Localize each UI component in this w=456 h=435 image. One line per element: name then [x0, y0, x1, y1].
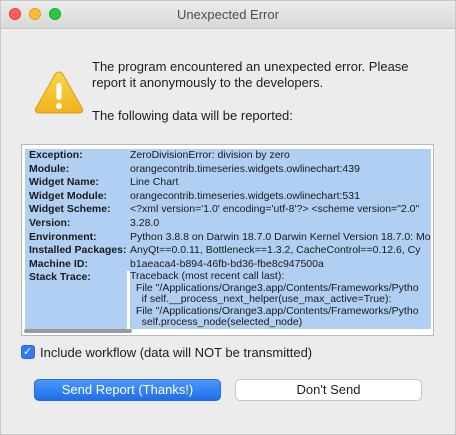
report-key: Widget Module: [25, 189, 127, 204]
report-row-stack-trace: Stack Trace: Traceback (most recent call… [25, 271, 431, 329]
checkmark-icon: ✓ [23, 346, 33, 358]
report-key: Widget Name: [25, 176, 127, 190]
include-workflow-label[interactable]: Include workflow (data will NOT be trans… [40, 345, 312, 360]
error-dialog-window: Unexpected Error The program encountered… [0, 0, 456, 435]
title-bar: Unexpected Error [1, 1, 455, 29]
report-value: orangecontrib.timeseries.widgets.owlinec… [127, 162, 431, 177]
report-row: Module: orangecontrib.timeseries.widgets… [25, 162, 431, 177]
send-report-button[interactable]: Send Report (Thanks!) [34, 379, 221, 401]
dont-send-button[interactable]: Don't Send [235, 379, 422, 401]
report-row: Widget Module: orangecontrib.timeseries.… [25, 189, 431, 204]
report-value: ZeroDivisionError: division by zero [127, 149, 431, 163]
warning-triangle-icon [34, 71, 84, 114]
report-row: Installed Packages: AnyQt==0.0.11, Bottl… [25, 244, 431, 258]
report-key: Stack Trace: [25, 271, 127, 329]
report-key: Installed Packages: [25, 244, 127, 258]
stack-trace-value: Traceback (most recent call last): File … [127, 271, 431, 329]
report-value: 3.28.0 [127, 216, 431, 231]
report-row: Machine ID: b1aeaca4-b894-46fb-bd36-fbe8… [25, 257, 431, 272]
report-key: Machine ID: [25, 257, 127, 272]
report-value: b1aeaca4-b894-46fb-bd36-fbe8c947500a [127, 257, 431, 272]
report-key: Version: [25, 216, 127, 231]
report-key: Environment: [25, 230, 127, 245]
report-value: Line Chart [127, 176, 431, 190]
stack-trace-line: self.process_node(selected_node) [130, 317, 431, 329]
report-value: AnyQt==0.0.11, Bottleneck==1.3.2, CacheC… [127, 244, 431, 258]
report-data-box[interactable]: Exception: ZeroDivisionError: division b… [21, 144, 434, 336]
report-value: orangecontrib.timeseries.widgets.owlinec… [127, 189, 431, 204]
horizontal-scrollbar[interactable] [24, 329, 132, 333]
report-row: Exception: ZeroDivisionError: division b… [25, 149, 431, 163]
window-title: Unexpected Error [177, 7, 279, 22]
report-key: Exception: [25, 149, 127, 163]
data-intro-text: The following data will be reported: [92, 108, 293, 123]
report-table: Exception: ZeroDivisionError: division b… [25, 149, 431, 329]
report-row: Widget Name: Line Chart [25, 176, 431, 190]
report-value: <?xml version='1.0' encoding='utf-8'?> <… [127, 203, 431, 217]
report-key: Module: [25, 162, 127, 177]
error-message: The program encountered an unexpected er… [92, 59, 409, 90]
report-row: Version: 3.28.0 [25, 216, 431, 231]
report-key: Widget Scheme: [25, 203, 127, 217]
report-row: Widget Scheme: <?xml version='1.0' encod… [25, 203, 431, 217]
report-row: Environment: Python 3.8.8 on Darwin 18.7… [25, 230, 431, 245]
include-workflow-checkbox[interactable]: ✓ [21, 345, 35, 359]
report-value: Python 3.8.8 on Darwin 18.7.0 Darwin Ker… [127, 230, 431, 245]
